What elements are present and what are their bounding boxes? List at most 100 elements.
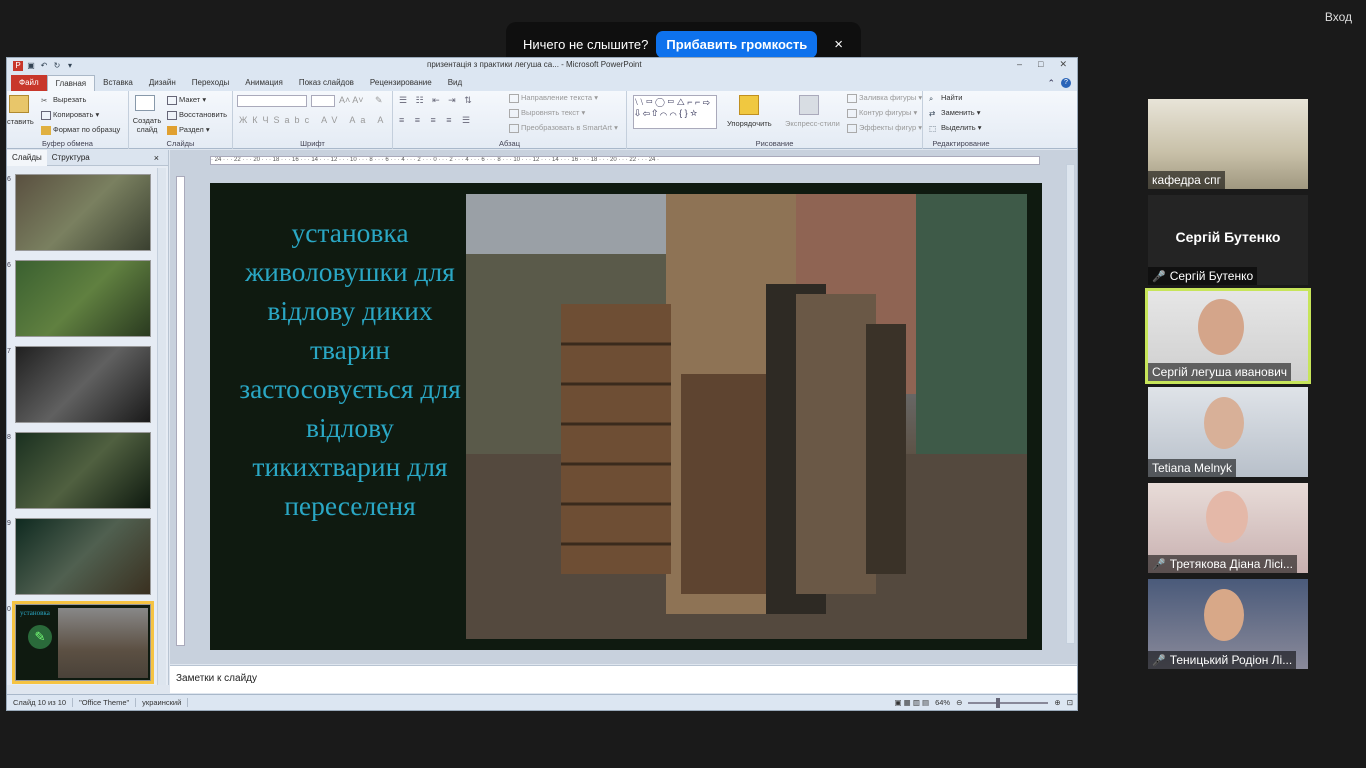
tab-outline[interactable]: Структура (47, 153, 95, 162)
effects-icon (847, 123, 857, 133)
align-text-button[interactable]: Выровнять текст ▾ (509, 108, 585, 118)
cut-button[interactable]: ✂ Вырезать (41, 95, 86, 105)
thumb-number: 8 (7, 434, 11, 441)
thumb-number: 0 (7, 606, 11, 613)
thumb-number: 6 (7, 176, 11, 183)
shape-outline-button[interactable]: Контур фигуры ▾ (847, 108, 917, 118)
participant-tile-active[interactable]: Сергій легуша иванович (1145, 288, 1311, 384)
edit-pencil-icon: ✎ (28, 625, 52, 649)
new-slide-button[interactable]: Создать слайд (131, 116, 163, 134)
editing-group: ⌕ Найти ⇄ Заменить ▾ ⬚ Выделить ▾ Редактиро… (923, 91, 999, 149)
font-group: A˄ A˅ ✎ ЖКЧSabc AV Aa A Шрифт (233, 91, 393, 149)
editor-scrollbar[interactable] (1066, 164, 1075, 644)
participant-tile[interactable]: 🎤 Теницький Родіон Лі... (1148, 579, 1308, 669)
tab-review[interactable]: Рецензирование (362, 75, 440, 91)
font-style-buttons[interactable]: ЖКЧSabc AV Aa A (239, 115, 388, 125)
reset-button[interactable]: Восстановить (167, 110, 227, 120)
increase-volume-button[interactable]: Прибавить громкость (656, 31, 818, 58)
close-icon[interactable]: × (834, 36, 843, 53)
tab-view[interactable]: Вид (440, 75, 470, 91)
maximize-button[interactable]: □ (1038, 59, 1043, 70)
font-size-field[interactable] (311, 95, 335, 107)
slide-thumbnail-selected[interactable]: установка ✎ (12, 601, 154, 684)
muted-mic-icon: 🎤 (1152, 654, 1166, 667)
notes-pane[interactable]: Заметки к слайду (170, 665, 1077, 693)
drawing-group: ⧵ ⧵ ▭ ◯ ▭ △ ⌐ ⌐ ⇨ ⇩ ⇦ ⇧ ⌒ ⌒ { } ☆ Упоряд… (627, 91, 923, 149)
minimize-ribbon-icon[interactable]: ⌃ (1047, 78, 1055, 89)
participant-tile[interactable]: кафедра спг (1148, 99, 1308, 189)
participant-name: 🎤 Теницький Родіон Лі... (1148, 651, 1297, 669)
new-slide-icon[interactable] (135, 95, 155, 111)
zoom-in-icon[interactable]: ⊕ (1054, 698, 1060, 707)
tab-slides[interactable]: Слайды (7, 149, 47, 166)
tab-file[interactable]: Файл (11, 75, 47, 91)
grow-font-icon[interactable]: A˄ A˅ (339, 95, 364, 105)
tab-slideshow[interactable]: Показ слайдов (291, 75, 362, 91)
ribbon: ставить ✂ Вырезать Копировать ▾ Формат по… (7, 91, 1077, 149)
copy-button[interactable]: Копировать ▾ (41, 110, 99, 120)
align-buttons[interactable]: ≡ ≡ ≡ ≡ ☰ (399, 115, 474, 126)
participant-tile[interactable]: Сергій Бутенко 🎤 Сергій Бутенко (1148, 195, 1308, 285)
thumb-number: 9 (7, 520, 11, 527)
layout-button[interactable]: Макет ▾ (167, 95, 206, 105)
quick-styles-button[interactable]: Экспресс-стили (785, 119, 840, 128)
zoom-slider[interactable] (968, 697, 1049, 708)
group-label-slides: Слайды (166, 139, 195, 148)
thumb-number: 7 (7, 348, 11, 355)
participant-tile[interactable]: Tetiana Melnyk (1148, 387, 1308, 477)
login-button[interactable]: Вход (1325, 10, 1352, 24)
zoom-out-icon[interactable]: ⊖ (956, 698, 962, 707)
slide-text-box[interactable]: установка живоловушки для відлову диких … (234, 213, 466, 525)
chevron-down-icon[interactable]: ▾ (65, 61, 75, 71)
undo-icon[interactable]: ↶ (39, 61, 49, 71)
outline-icon (847, 108, 857, 118)
select-button[interactable]: ⬚ Выделить ▾ (929, 123, 981, 133)
font-name-field[interactable] (237, 95, 307, 107)
tab-insert[interactable]: Вставка (95, 75, 141, 91)
slide-photo[interactable] (466, 194, 1027, 639)
participant-tile[interactable]: 🎤 Третякова Діана Лісі... (1148, 483, 1308, 573)
replace-button[interactable]: ⇄ Заменить ▾ (929, 108, 981, 118)
text-direction-icon (509, 93, 519, 103)
close-icon[interactable]: × (149, 153, 164, 163)
arrange-button[interactable]: Упорядочить (727, 119, 772, 128)
text-direction-button[interactable]: Направление текста ▾ (509, 93, 598, 103)
paste-icon[interactable] (9, 95, 29, 113)
section-button[interactable]: Раздел ▾ (167, 125, 210, 135)
format-painter-button[interactable]: Формат по образцу (41, 125, 120, 135)
smartart-button[interactable]: Преобразовать в SmartArt ▾ (509, 123, 618, 133)
fit-slide-icon[interactable]: ⊡ (1067, 698, 1073, 707)
slide-thumbnail[interactable] (15, 260, 151, 337)
tab-transitions[interactable]: Переходы (184, 75, 238, 91)
list-buttons[interactable]: ☰ ☷ ⇤ ⇥ ⇅ (399, 95, 475, 106)
tab-home[interactable]: Главная (46, 75, 96, 91)
minimize-button[interactable]: – (1017, 59, 1022, 70)
slide-thumbnail[interactable] (15, 174, 151, 251)
help-icon[interactable]: ? (1061, 78, 1071, 88)
participant-name: Сергій легуша иванович (1148, 363, 1292, 381)
quick-styles-icon[interactable] (799, 95, 819, 115)
save-icon[interactable]: ▣ (26, 61, 36, 71)
paste-button[interactable]: ставить (7, 117, 34, 126)
participant-video (1198, 299, 1244, 355)
arrange-icon[interactable] (739, 95, 759, 115)
slide-thumbnail[interactable] (15, 346, 151, 423)
slides-group: Создать слайд Макет ▾ Восстановить Разде… (129, 91, 233, 149)
panel-scrollbar[interactable] (157, 168, 166, 685)
close-button[interactable]: ✕ (1059, 59, 1067, 70)
zoom-level[interactable]: 64% (935, 698, 950, 707)
slide-thumbnail[interactable] (15, 432, 151, 509)
tab-animation[interactable]: Анимация (237, 75, 291, 91)
current-slide[interactable]: установка живоловушки для відлову диких … (210, 183, 1042, 650)
shape-fill-button[interactable]: Заливка фигуры ▾ (847, 93, 922, 103)
powerpoint-logo-icon: P (13, 60, 23, 71)
shapes-gallery[interactable]: ⧵ ⧵ ▭ ◯ ▭ △ ⌐ ⌐ ⇨ ⇩ ⇦ ⇧ ⌒ ⌒ { } ☆ (633, 95, 717, 129)
language: украинский (136, 698, 189, 707)
shape-effects-button[interactable]: Эффекты фигур ▾ (847, 123, 922, 133)
redo-icon[interactable]: ↻ (52, 61, 62, 71)
normal-view-icon[interactable]: ▣ ▦ ▥ ▤ (894, 698, 929, 707)
clear-format-icon[interactable]: ✎ (375, 95, 383, 106)
slide-thumbnail[interactable] (15, 518, 151, 595)
find-button[interactable]: ⌕ Найти (929, 93, 962, 103)
tab-design[interactable]: Дизайн (141, 75, 184, 91)
